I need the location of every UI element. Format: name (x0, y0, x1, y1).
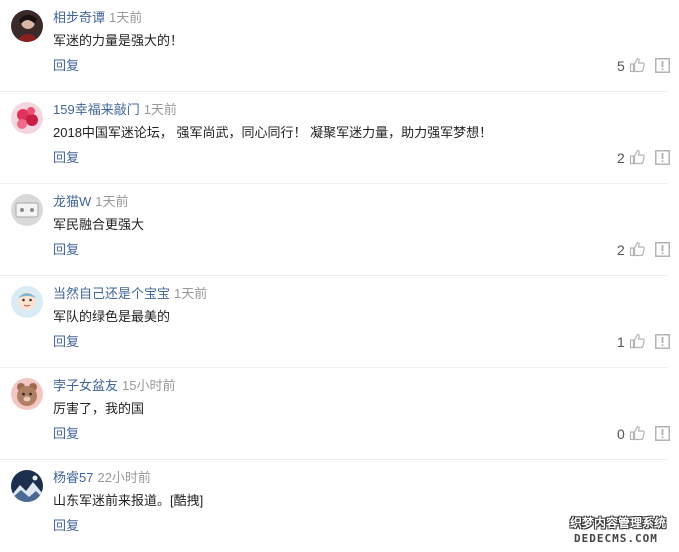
thumbs-up-icon[interactable] (629, 241, 645, 257)
reply-link[interactable]: 回复 (53, 242, 79, 258)
username[interactable]: 当然自己还是个宝宝 (53, 286, 170, 301)
username[interactable]: 孛子女盆友 (53, 378, 118, 393)
comment-text: 厉害了，我的国 (53, 401, 145, 416)
report-icon[interactable] (655, 426, 670, 441)
comment-meta: 相步奇谭 1天前 (53, 10, 142, 26)
comment-meta: 孛子女盆友 15小时前 (53, 378, 175, 394)
comment-text: 山东军迷前来报道。[酷拽] (53, 493, 204, 508)
timestamp: 22小时前 (97, 470, 151, 485)
like-count: 5 (617, 58, 625, 74)
comment-meta: 159幸福来敲门 1天前 (53, 102, 177, 118)
comment-text: 2018中国军迷论坛， 强军尚武，同心同行！ 凝聚军迷力量，助力强军梦想！ (53, 125, 493, 140)
username[interactable]: 159幸福来敲门 (53, 102, 140, 117)
avatar[interactable] (11, 194, 43, 226)
username[interactable]: 相步奇谭 (53, 10, 105, 25)
comment-text: 军民融合更强大 (53, 217, 145, 232)
thumbs-up-icon[interactable] (629, 57, 645, 73)
comment-item: 孛子女盆友 15小时前 厉害了，我的国 回复 0 (0, 368, 679, 460)
report-icon[interactable] (655, 334, 670, 349)
comment-meta: 杨睿57 22小时前 (53, 470, 151, 486)
like-count: 2 (617, 242, 625, 258)
reply-link[interactable]: 回复 (53, 334, 79, 350)
reply-link[interactable]: 回复 (53, 150, 79, 166)
timestamp: 1天前 (95, 194, 129, 209)
comment-item: 当然自己还是个宝宝 1天前 军队的绿色是最美的 回复 1 (0, 276, 679, 368)
timestamp: 15小时前 (122, 378, 176, 393)
like-count: 0 (617, 426, 625, 442)
thumbs-up-icon[interactable] (629, 149, 645, 165)
watermark: 织梦内容管理系统 DEDECMS.COM (566, 512, 679, 548)
thumbs-up-icon[interactable] (629, 333, 645, 349)
avatar[interactable] (11, 286, 43, 318)
watermark-title: 织梦内容管理系统 (570, 516, 667, 530)
timestamp: 1天前 (143, 102, 177, 117)
thumbs-up-icon[interactable] (629, 425, 645, 441)
watermark-domain: DEDECMS.COM (574, 532, 658, 545)
username[interactable]: 龙猫W (53, 194, 91, 209)
comment-item: 相步奇谭 1天前 军迷的力量是强大的！ 回复 5 (0, 0, 679, 92)
avatar[interactable] (11, 10, 43, 42)
avatar[interactable] (11, 102, 43, 134)
avatar[interactable] (11, 378, 43, 410)
reply-link[interactable]: 回复 (53, 58, 79, 74)
report-icon[interactable] (655, 58, 670, 73)
comment-text: 军迷的力量是强大的！ (53, 33, 184, 48)
comment-meta: 当然自己还是个宝宝 1天前 (53, 286, 207, 302)
avatar[interactable] (11, 470, 43, 502)
reply-link[interactable]: 回复 (53, 426, 79, 442)
comment-item: 龙猫W 1天前 军民融合更强大 回复 2 (0, 184, 679, 276)
timestamp: 1天前 (174, 286, 208, 301)
comment-text: 军队的绿色是最美的 (53, 309, 171, 324)
like-count: 2 (617, 150, 625, 166)
comment-meta: 龙猫W 1天前 (53, 194, 129, 210)
username[interactable]: 杨睿57 (53, 470, 93, 485)
reply-link[interactable]: 回复 (53, 518, 79, 534)
report-icon[interactable] (655, 150, 670, 165)
comment-item: 159幸福来敲门 1天前 2018中国军迷论坛， 强军尚武，同心同行！ 凝聚军迷力… (0, 92, 679, 184)
like-count: 1 (617, 334, 625, 350)
report-icon[interactable] (655, 242, 670, 257)
timestamp: 1天前 (109, 10, 143, 25)
